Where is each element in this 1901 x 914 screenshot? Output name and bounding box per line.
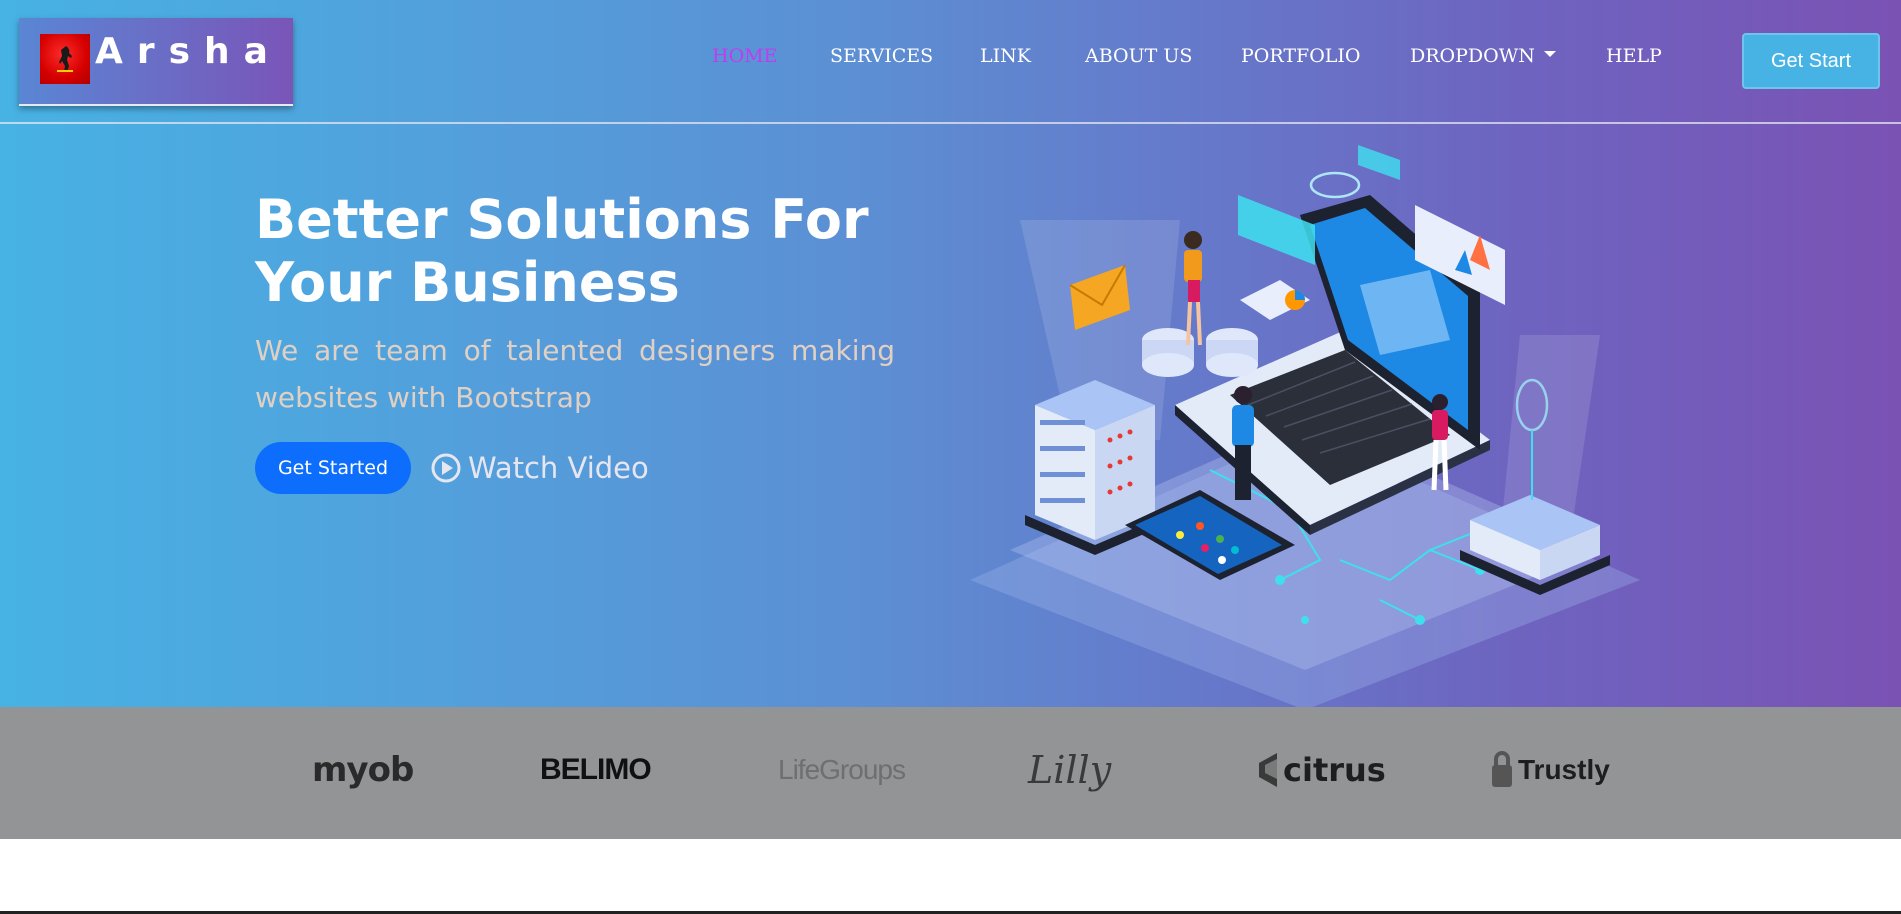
hero-title: Better Solutions For Your Business [255,188,869,314]
play-circle-icon [431,453,461,483]
chevron-down-icon [1543,51,1556,57]
nav-item-portfolio[interactable]: PORTFOLIO [1241,45,1360,67]
get-started-button[interactable]: Get Started [255,442,411,494]
client-name: Trustly [1518,754,1610,785]
client-name: LifeGroups [778,754,906,785]
lilly-logo: Lilly [1028,735,1111,805]
brand-name: Arsha [95,31,282,72]
horse-icon [40,34,90,84]
isometric-laptop-servers-illustration [970,145,1640,710]
belimo-logo: BELIMO [540,735,652,805]
nav-item-about-us[interactable]: ABOUT US [1085,45,1192,67]
watch-video-link[interactable]: Watch Video [430,448,649,488]
client-name: citrus [1283,751,1386,789]
get-start-button[interactable]: Get Start [1742,33,1880,89]
nav-item-help[interactable]: HELP [1606,45,1662,67]
dropdown-label: DROPDOWN [1410,45,1535,67]
client-name: myob [312,750,414,790]
myob-logo: myob [312,735,414,805]
nav-item-link[interactable]: LINK [980,45,1031,67]
trustly-logo: Trustly [1490,735,1610,805]
nav-item-home[interactable]: HOME [712,45,777,67]
citrus-logo: citrus [1255,735,1386,805]
next-section [0,839,1901,914]
lifegroups-logo: LifeGroups [778,735,906,805]
watch-video-label: Watch Video [468,451,649,485]
nav-item-services[interactable]: SERVICES [830,45,933,67]
lock-icon [1492,751,1512,787]
citrus-mark-icon [1259,753,1277,787]
site-header: Arsha HOME SERVICES LINK ABOUT US PORTFO… [0,0,1901,124]
client-name: BELIMO [540,753,652,786]
hero-subtitle: We are team of talented designers making… [255,334,895,414]
nav-item-dropdown[interactable]: DROPDOWN [1410,45,1556,67]
clients-section: myob BELIMO LifeGroups Lilly citrus Trus… [0,707,1901,839]
client-name: Lilly [1028,748,1112,792]
brand-logo[interactable]: Arsha [19,18,293,106]
